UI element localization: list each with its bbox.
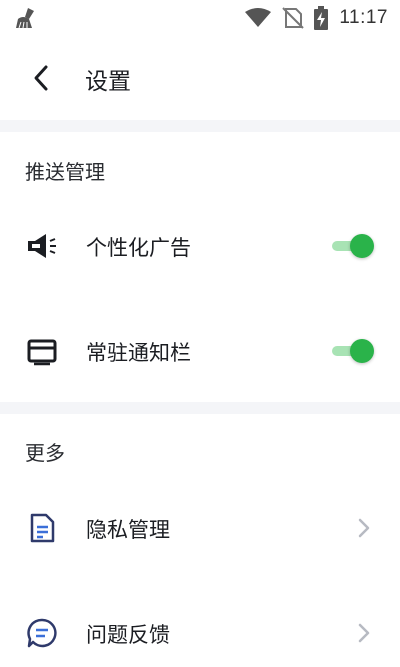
document-icon [30,513,55,543]
megaphone-icon [28,234,56,258]
back-button[interactable] [26,62,58,94]
section-title-push: 推送管理 [25,160,105,184]
notification-bar-icon [27,339,57,366]
page-title: 设置 [85,69,131,95]
chat-bubble-icon [27,618,57,648]
wifi-icon [245,8,272,27]
persistent-notification-toggle[interactable] [330,339,374,363]
settings-row-persistent-notification: 常驻通知栏 [0,315,400,385]
personalized-ads-toggle[interactable] [330,234,374,258]
settings-row-feedback[interactable]: 问题反馈 [0,597,400,667]
settings-label: 个性化广告 [86,236,191,260]
broom-icon [16,8,34,29]
chevron-right-icon [358,623,370,643]
settings-row-privacy[interactable]: 隐私管理 [0,492,400,562]
section-title-more: 更多 [25,441,65,465]
chevron-right-icon [358,518,370,538]
settings-label: 隐私管理 [86,518,170,542]
battery-charging-icon [314,6,329,30]
toggle-thumb [350,339,374,363]
toggle-thumb [350,234,374,258]
section-divider [0,402,400,414]
settings-label: 问题反馈 [86,623,170,647]
status-time: 11:17 [339,7,388,28]
section-divider [0,120,400,132]
settings-label: 常驻通知栏 [86,341,191,365]
chevron-left-icon [34,65,48,91]
settings-row-personalized-ads: 个性化广告 [0,210,400,280]
no-sim-icon [282,7,305,29]
app-bar: 设置 [0,36,400,120]
status-bar: 11:17 [0,0,400,36]
